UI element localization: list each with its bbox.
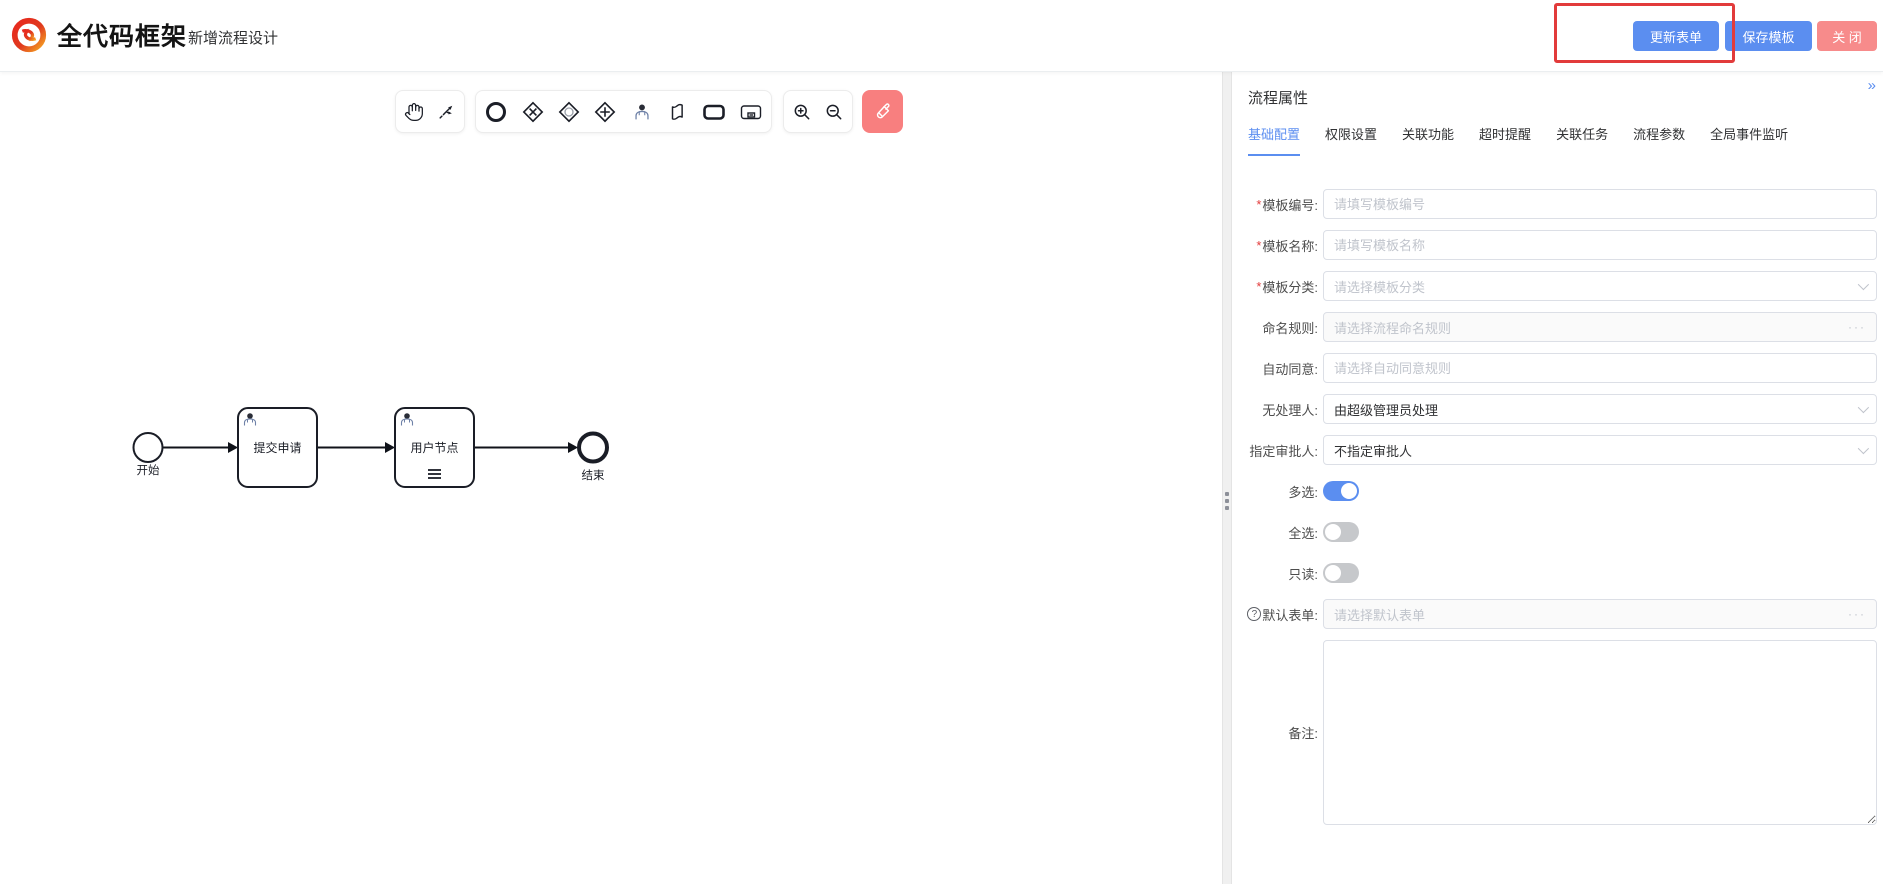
panel-tabs: 基础配置 权限设置 关联功能 超时提醒 关联任务 流程参数 全局事件监听 — [1248, 124, 1788, 156]
start-event-node[interactable] — [134, 433, 163, 462]
basic-config-form: *模板编号: *模板名称: *模板分类: 请选择模板分类 命名规则: 请选择流程… — [1232, 189, 1883, 836]
page-title: 新增流程设计 — [188, 27, 278, 48]
remark-textarea[interactable] — [1323, 640, 1877, 825]
auto-agree-label: 自动同意: — [1232, 359, 1323, 378]
required-mark: * — [1256, 238, 1261, 253]
properties-panel: » 流程属性 基础配置 权限设置 关联功能 超时提醒 关联任务 流程参数 全局事… — [1232, 72, 1883, 884]
collapse-panel-icon[interactable]: » — [1868, 78, 1876, 93]
tab-related-tasks[interactable]: 关联任务 — [1556, 124, 1608, 156]
form-row-assigned-approver: 指定审批人: 不指定审批人 — [1232, 435, 1877, 465]
multi-select-toggle[interactable] — [1323, 481, 1359, 501]
ellipsis-icon: ··· — [1848, 607, 1866, 621]
start-event-label: 开始 — [137, 463, 160, 477]
read-only-toggle[interactable] — [1323, 563, 1359, 583]
remark-label: 备注: — [1232, 723, 1323, 742]
tab-global-event-listener[interactable]: 全局事件监听 — [1710, 124, 1788, 156]
tab-timeout-reminder[interactable]: 超时提醒 — [1479, 124, 1531, 156]
template-name-input[interactable] — [1334, 238, 1866, 253]
tab-related-functions[interactable]: 关联功能 — [1402, 124, 1454, 156]
app-logo: 全代码框架 — [10, 16, 187, 54]
tab-process-params[interactable]: 流程参数 — [1633, 124, 1685, 156]
close-button[interactable]: 关 闭 — [1817, 21, 1877, 51]
required-mark: * — [1256, 279, 1261, 294]
brand-logo-icon — [10, 16, 48, 54]
end-event-label: 结束 — [582, 469, 605, 482]
no-handler-label: 无处理人: — [1232, 400, 1323, 419]
form-row-read-only: 只读: — [1232, 558, 1877, 588]
chevron-down-icon — [1858, 443, 1869, 454]
form-row-multi-select: 多选: — [1232, 476, 1877, 506]
form-row-remark: 备注: — [1232, 640, 1877, 825]
assigned-approver-select[interactable]: 不指定审批人 — [1323, 435, 1877, 465]
help-question-icon[interactable]: ? — [1247, 607, 1261, 621]
naming-rule-label: 命名规则: — [1232, 318, 1323, 337]
form-row-template-category: *模板分类: 请选择模板分类 — [1232, 271, 1877, 301]
default-form-picker[interactable]: 请选择默认表单 ··· — [1323, 599, 1877, 629]
select-all-toggle[interactable] — [1323, 522, 1359, 542]
form-row-no-handler: 无处理人: 由超级管理员处理 — [1232, 394, 1877, 424]
chevron-down-icon — [1858, 279, 1869, 290]
brand-name: 全代码框架 — [57, 17, 187, 53]
form-row-auto-agree: 自动同意: — [1232, 353, 1877, 383]
bpmn-diagram: 开始 提交申请 用户节点 结束 — [0, 72, 1222, 884]
ellipsis-icon: ··· — [1848, 320, 1866, 334]
assigned-approver-label: 指定审批人: — [1232, 441, 1323, 460]
save-template-button[interactable]: 保存模板 — [1725, 21, 1812, 51]
form-row-template-name: *模板名称: — [1232, 230, 1877, 260]
chevron-down-icon — [1858, 402, 1869, 413]
template-category-label: 模板分类: — [1262, 277, 1318, 296]
app-header: 全代码框架 新增流程设计 更新表单 保存模板 关 闭 — [0, 0, 1883, 72]
template-name-label: 模板名称: — [1262, 236, 1318, 255]
task-submit-label: 提交申请 — [253, 440, 301, 455]
task-usernode-label: 用户节点 — [410, 440, 458, 455]
form-row-template-code: *模板编号: — [1232, 189, 1877, 219]
naming-rule-picker[interactable]: 请选择流程命名规则 ··· — [1323, 312, 1877, 342]
template-code-input[interactable] — [1334, 197, 1866, 212]
required-mark: * — [1256, 197, 1261, 212]
panel-resize-gutter[interactable] — [1222, 72, 1232, 884]
form-row-select-all: 全选: — [1232, 517, 1877, 547]
update-form-button[interactable]: 更新表单 — [1633, 21, 1719, 51]
no-handler-select[interactable]: 由超级管理员处理 — [1323, 394, 1877, 424]
end-event-node[interactable] — [579, 434, 607, 462]
read-only-label: 只读: — [1232, 564, 1323, 583]
panel-title: 流程属性 — [1248, 87, 1308, 108]
default-form-label: 默认表单: — [1262, 605, 1318, 624]
bpmn-canvas[interactable]: 开始 提交申请 用户节点 结束 — [0, 72, 1222, 884]
form-row-default-form: ? 默认表单: 请选择默认表单 ··· — [1232, 599, 1877, 629]
tab-permission-settings[interactable]: 权限设置 — [1325, 124, 1377, 156]
template-category-select[interactable]: 请选择模板分类 — [1323, 271, 1877, 301]
template-code-label: 模板编号: — [1262, 195, 1318, 214]
select-all-label: 全选: — [1232, 523, 1323, 542]
form-row-naming-rule: 命名规则: 请选择流程命名规则 ··· — [1232, 312, 1877, 342]
drag-handle-icon[interactable] — [1225, 492, 1230, 510]
tab-basic-config[interactable]: 基础配置 — [1248, 124, 1300, 156]
auto-agree-input[interactable] — [1334, 361, 1866, 376]
multi-select-label: 多选: — [1232, 482, 1323, 501]
